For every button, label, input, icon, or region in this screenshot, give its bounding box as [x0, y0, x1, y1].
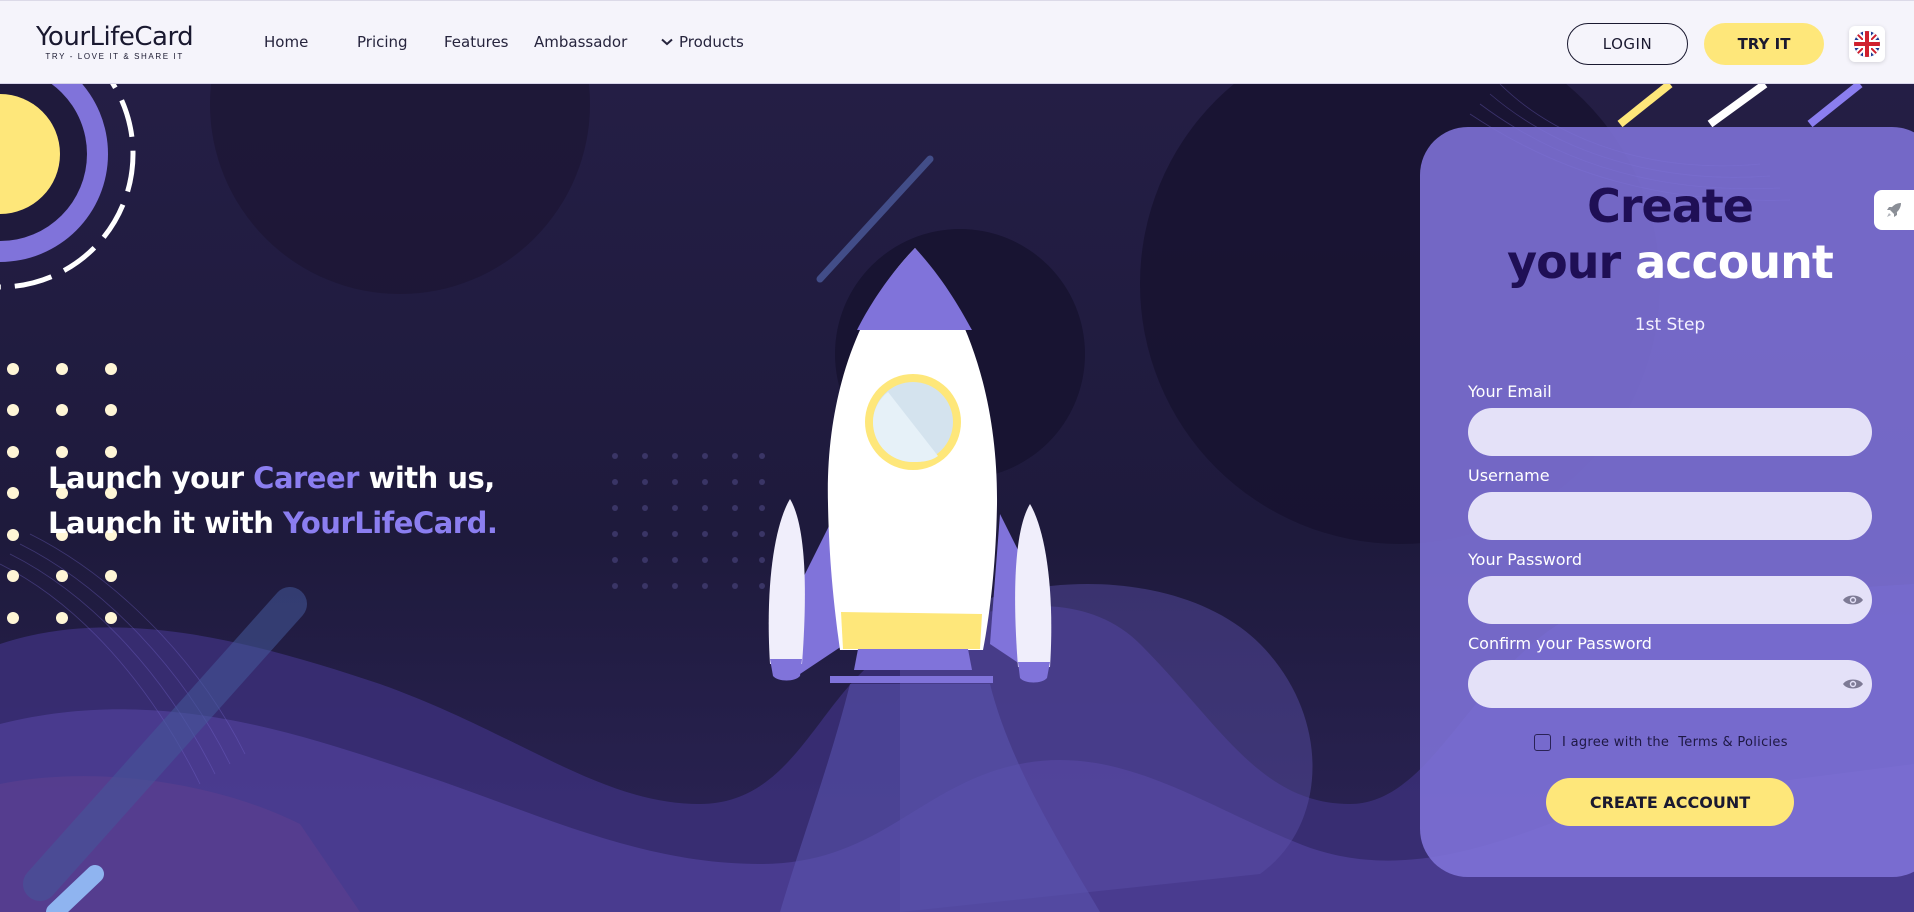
password-label: Your Password — [1468, 550, 1582, 569]
confirm-password-field[interactable] — [1468, 660, 1872, 708]
nav-home[interactable]: Home — [264, 33, 308, 51]
logo[interactable]: YourLifeCard TRY - LOVE IT & SHARE IT — [36, 22, 194, 61]
username-label: Username — [1468, 466, 1550, 485]
eye-icon[interactable] — [1842, 677, 1864, 691]
terms-agreement: I agree with the Terms & Policies — [1534, 734, 1788, 751]
email-label: Your Email — [1468, 382, 1552, 401]
language-switcher[interactable] — [1849, 26, 1885, 62]
hero-line-2: Launch it with YourLifeCard. — [48, 501, 498, 546]
rocket-icon — [1887, 203, 1901, 217]
form-title-account: account — [1635, 235, 1834, 289]
hero-headline: Launch your Career with us, Launch it wi… — [48, 456, 498, 546]
password-field[interactable] — [1468, 576, 1872, 624]
nav-products[interactable]: Products — [661, 33, 744, 51]
hero-line-1: Launch your Career with us, — [48, 456, 497, 501]
form-title-your: your — [1507, 235, 1621, 289]
logo-title: YourLifeCard — [36, 22, 194, 52]
confirm-password-label: Confirm your Password — [1468, 634, 1652, 653]
terms-checkbox[interactable] — [1534, 734, 1551, 751]
hero-line-2-accent: YourLifeCard. — [283, 506, 498, 540]
create-account-card: Create your account 1st Step Your Email … — [1420, 127, 1914, 877]
username-field[interactable] — [1468, 492, 1872, 540]
form-title-line-1: Create — [1587, 179, 1754, 233]
chevron-down-icon — [661, 38, 673, 46]
nav-features[interactable]: Features — [444, 33, 509, 51]
create-account-button[interactable]: CREATE ACCOUNT — [1546, 778, 1794, 826]
hero-line-1-suffix: with us, — [368, 461, 496, 495]
login-button[interactable]: LOGIN — [1567, 23, 1688, 65]
terms-text: I agree with the — [1562, 735, 1670, 750]
top-header: YourLifeCard TRY - LOVE IT & SHARE IT Ho… — [0, 0, 1914, 84]
eye-icon[interactable] — [1842, 593, 1864, 607]
hero-line-1-prefix: Launch your — [48, 461, 244, 495]
nav-products-label: Products — [679, 33, 744, 51]
form-step-indicator: 1st Step — [1634, 315, 1706, 335]
nav-ambassador[interactable]: Ambassador — [534, 33, 627, 51]
email-field[interactable] — [1468, 408, 1872, 456]
uk-flag-icon — [1854, 31, 1880, 57]
hero-line-1-accent: Career — [253, 461, 359, 495]
form-title-line-2: your account — [1420, 235, 1914, 289]
terms-link[interactable]: Terms & Policies — [1678, 735, 1788, 750]
hero-line-2-prefix: Launch it with — [48, 506, 274, 540]
try-it-button[interactable]: TRY IT — [1704, 23, 1824, 65]
logo-tagline: TRY - LOVE IT & SHARE IT — [45, 52, 184, 61]
nav-pricing[interactable]: Pricing — [357, 33, 408, 51]
rocket-side-tab[interactable] — [1874, 190, 1914, 230]
